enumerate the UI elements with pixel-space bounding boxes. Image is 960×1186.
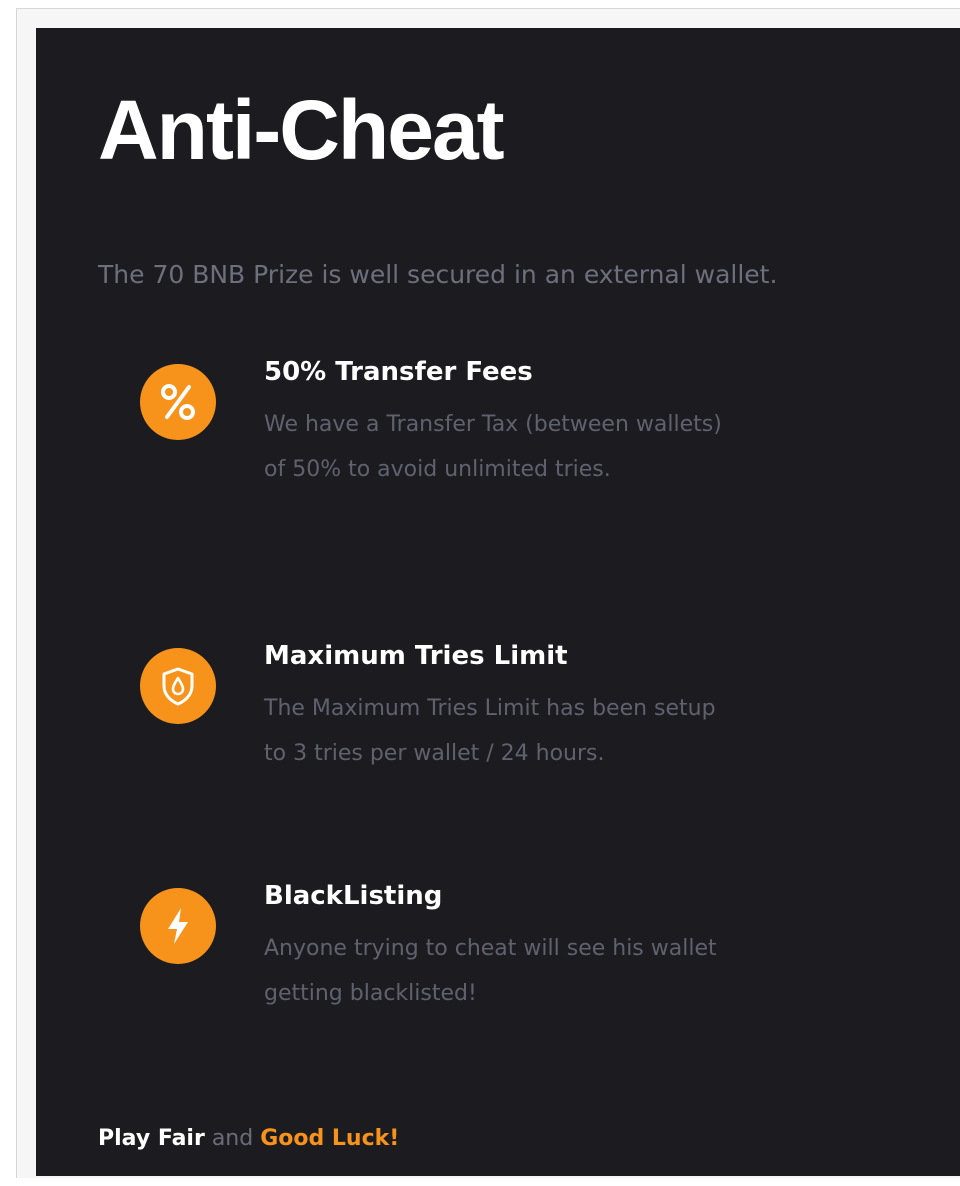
lightning-icon (140, 888, 216, 964)
feature-heading: BlackListing (264, 881, 443, 911)
feature-description: The Maximum Tries Limit has been setup t… (264, 696, 716, 766)
footer-and: and (211, 1126, 254, 1151)
footer-play-fair: Play Fair (98, 1126, 205, 1151)
section-title: Anti-Cheat (98, 83, 505, 177)
anti-cheat-section: Anti-Cheat The 70 BNB Prize is well secu… (36, 28, 960, 1176)
feature-heading: Maximum Tries Limit (264, 641, 568, 671)
feature-description: Anyone trying to cheat will see his wall… (264, 936, 717, 1006)
feature-description: We have a Transfer Tax (between wallets)… (264, 412, 722, 482)
shield-icon (140, 648, 216, 724)
feature-heading: 50% Transfer Fees (264, 357, 533, 387)
percent-icon (140, 364, 216, 440)
footer-message: Play Fair and Good Luck! (98, 1126, 399, 1152)
footer-good-luck: Good Luck! (260, 1126, 400, 1151)
section-subtitle: The 70 BNB Prize is well secured in an e… (98, 260, 778, 289)
